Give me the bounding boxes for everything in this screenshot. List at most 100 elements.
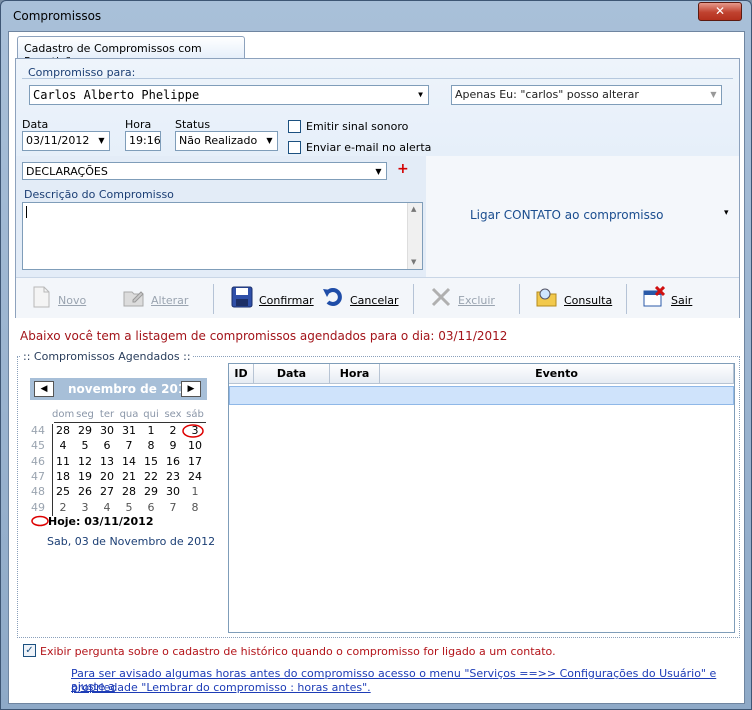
sound-label: Emitir sinal sonoro [306,120,409,133]
close-button[interactable]: ✕ [698,2,742,21]
calendar-day[interactable]: 27 [96,485,118,498]
column-header[interactable]: ID [229,364,254,384]
divider [22,78,733,79]
weekday-label: qui [143,409,159,420]
calendar-day[interactable]: 30 [162,485,184,498]
weekday-label: sex [164,409,182,420]
calendar-day[interactable]: 16 [162,455,184,468]
calendar-day[interactable]: 18 [52,470,74,483]
compromissos-table: ID Data Hora Evento [228,363,735,633]
delete-x-icon [431,287,451,307]
today-circle-icon [31,515,49,527]
settings-info-link-2[interactable]: propriedade "Lembrar do compromisso : ho… [71,681,371,694]
calendar-day[interactable]: 6 [96,439,118,452]
calendar-day[interactable]: 5 [74,439,96,452]
today-label[interactable]: Hoje: 03/11/2012 [48,515,154,528]
scroll-down-icon[interactable]: ▼ [411,258,416,266]
data-label: Data [22,118,49,131]
calendar-day[interactable]: 9 [162,439,184,452]
week-number: 44 [31,424,45,437]
calendar-day[interactable]: 24 [184,470,206,483]
chevron-down-icon: ▼ [413,87,427,103]
calendar-day[interactable]: 11 [52,455,74,468]
calendar-day[interactable]: 2 [162,424,184,437]
consulta-label: Consulta [564,294,613,307]
calendar-day[interactable]: 7 [162,501,184,514]
undo-arrow-icon [323,288,342,306]
calendar-day[interactable]: 3 [74,501,96,514]
sound-checkbox[interactable] [288,120,301,133]
dropdown-arrow-icon[interactable]: ▾ [724,208,729,218]
calendar-day[interactable]: 8 [184,501,206,514]
week-number: 46 [31,454,45,468]
scroll-up-icon[interactable]: ▲ [411,205,416,213]
tab-cadastro[interactable]: Cadastro de Compromissos com Repetição [17,36,245,68]
cancelar-label: Cancelar [350,294,399,307]
calendar-day[interactable]: 1 [184,485,206,498]
calendar-day[interactable]: 15 [140,455,162,468]
user-select[interactable]: Carlos Alberto Phelippe ▼ [29,85,429,105]
calendar-day[interactable]: 5 [118,501,140,514]
permission-select[interactable]: Apenas Eu: "carlos" posso alterar ▼ [451,85,722,105]
email-checkbox[interactable] [288,141,301,154]
chevron-down-icon: ▼ [371,164,385,178]
calendar-day[interactable]: 8 [140,439,162,452]
separator [626,284,627,314]
history-label: Exibir pergunta sobre o cadastro de hist… [40,645,556,658]
user-value: Carlos Alberto Phelippe [33,88,200,102]
status-value: Não Realizado [179,134,258,147]
calendar-day[interactable]: 12 [74,455,96,468]
calendar-day[interactable]: 4 [96,501,118,514]
category-select[interactable]: DECLARAÇÕES ▼ [22,162,387,180]
calendar-day[interactable]: 28 [118,485,140,498]
calendar-day[interactable]: 26 [74,485,96,498]
next-month-button[interactable]: ▶ [181,381,201,397]
calendar: ◀ novembro de 2012 ▶ dom seg ter qua qui sex s… [30,378,207,528]
calendar-day[interactable]: 21 [118,470,140,483]
prev-month-button[interactable]: ◀ [34,381,54,397]
scrollbar[interactable]: ▲ ▼ [407,203,422,269]
text-cursor [26,206,27,218]
calendar-day[interactable]: 13 [96,455,118,468]
weekday-label: seg [76,409,94,420]
column-header[interactable]: Evento [380,364,734,384]
chevron-down-icon: ▼ [706,87,720,103]
date-value: 03/11/2012 [26,134,90,147]
exit-window-icon [643,286,665,307]
calendar-day[interactable]: 20 [96,470,118,483]
calendar-day[interactable]: 2 [52,501,74,514]
calendar-day[interactable]: 31 [118,424,140,437]
hora-input[interactable]: 19:16 [125,131,161,151]
week-number: 48 [31,485,45,499]
column-header[interactable]: Hora [330,364,380,384]
status-select[interactable]: Não Realizado ▼ [175,131,278,151]
calendar-day[interactable]: 23 [162,470,184,483]
chevron-down-icon: ▼ [94,133,108,149]
date-picker[interactable]: 03/11/2012 ▼ [22,131,110,151]
calendar-day[interactable]: 7 [118,439,140,452]
calendar-day[interactable]: 29 [140,485,162,498]
calendar-day[interactable]: 29 [74,424,96,437]
calendar-day[interactable]: 14 [118,455,140,468]
table-row[interactable] [229,386,734,405]
calendar-day[interactable]: 17 [184,455,206,468]
calendar-day[interactable]: 6 [140,501,162,514]
calendar-day[interactable]: 19 [74,470,96,483]
description-textarea[interactable]: ▲ ▼ [22,202,423,270]
calendar-day[interactable]: 22 [140,470,162,483]
column-header[interactable]: Data [254,364,330,384]
calendar-day[interactable]: 10 [184,439,206,452]
weekday-label: sáb [186,409,204,420]
novo-label: Novo [58,294,87,307]
hora-label: Hora [125,118,152,131]
description-label: Descrição do Compromisso [24,188,174,201]
calendar-day[interactable]: 28 [52,424,74,437]
calendar-day[interactable]: 1 [140,424,162,437]
calendar-day[interactable]: 25 [52,485,74,498]
separator [213,284,214,314]
calendar-day[interactable]: 30 [96,424,118,437]
add-category-icon[interactable]: + [397,161,409,177]
contact-link[interactable]: Ligar CONTATO ao compromisso [470,208,663,222]
history-checkbox[interactable]: ✓ [23,644,36,657]
calendar-day[interactable]: 4 [52,439,74,452]
